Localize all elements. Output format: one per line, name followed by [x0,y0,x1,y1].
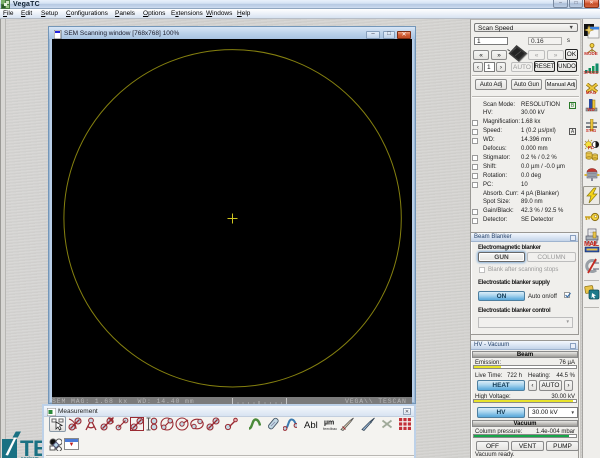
svg-text:feedback: feedback [323,426,337,431]
svg-text:Abl: Abl [304,420,318,431]
